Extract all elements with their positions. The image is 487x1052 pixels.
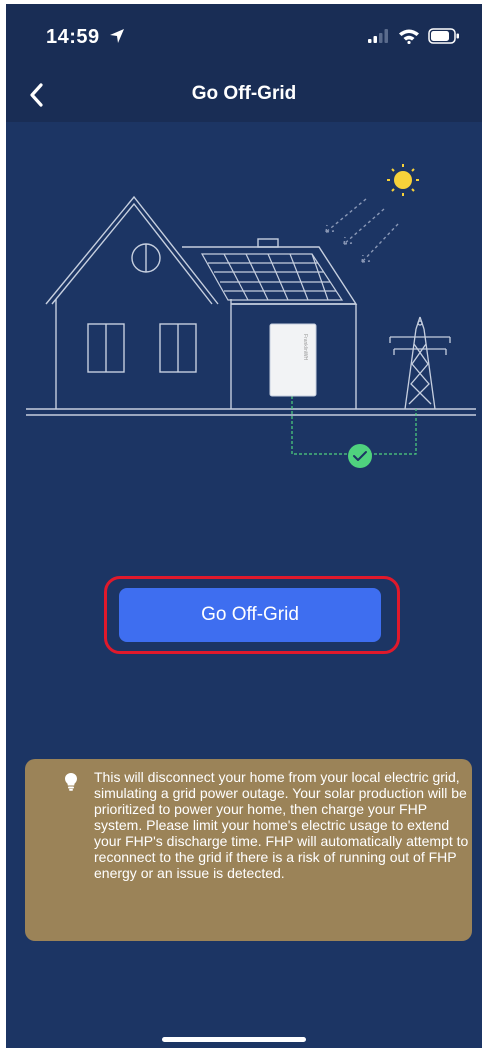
home-indicator[interactable] [162, 1037, 306, 1042]
sun-rays [325, 198, 399, 263]
grid-connection-line [291, 396, 417, 455]
sun-icon [387, 164, 419, 196]
battery-unit-icon: FranklinWH [269, 323, 317, 397]
svg-text:FranklinWH: FranklinWH [302, 334, 308, 361]
solar-panel-icon [200, 253, 344, 301]
page-title: Go Off-Grid [191, 83, 297, 104]
location-arrow-icon [110, 29, 124, 43]
header-bar: 14:59 Go Off-Grid [6, 4, 482, 122]
status-icons [368, 28, 460, 44]
wifi-icon [399, 29, 419, 44]
transmission-tower-icon [389, 316, 451, 410]
notice-text: This will disconnect your home from your… [94, 769, 469, 881]
lightbulb-icon [65, 773, 77, 791]
status-time: 14:59 [46, 26, 100, 48]
check-icon [348, 444, 372, 468]
notice-card: This will disconnect your home from your… [25, 759, 472, 941]
off-grid-illustration: FranklinWH [26, 164, 476, 468]
signal-icon [368, 29, 388, 43]
go-off-grid-button[interactable]: Go Off-Grid [119, 588, 381, 642]
battery-icon [428, 28, 459, 44]
app-screen: 14:59 Go Off-Grid FranklinWH Go Off-Grid… [6, 4, 482, 1048]
